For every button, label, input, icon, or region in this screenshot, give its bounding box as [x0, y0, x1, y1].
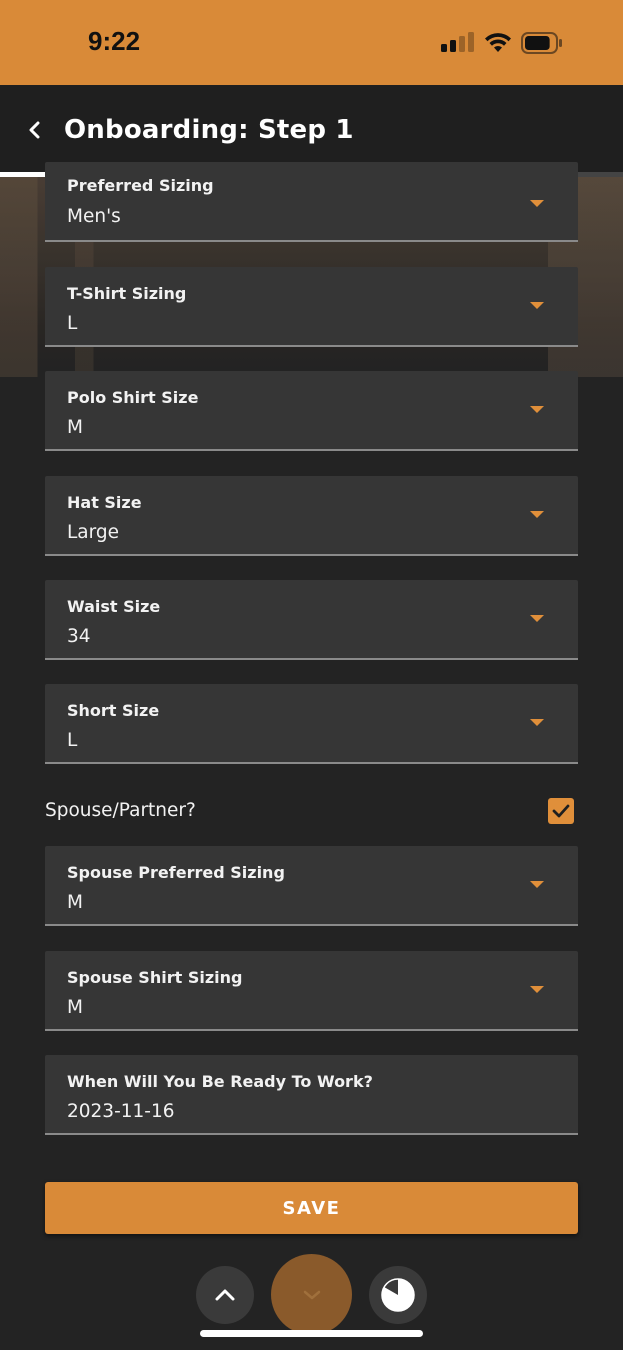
- spouse-preferred-sizing-dropdown[interactable]: Spouse Preferred Sizing M: [45, 846, 578, 926]
- scroll-down-button[interactable]: [271, 1254, 352, 1335]
- field-value: M: [67, 417, 83, 438]
- field-label: T-Shirt Sizing: [67, 284, 187, 303]
- status-time: 9:22: [88, 26, 141, 56]
- cellular-signal-icon: [441, 32, 475, 52]
- chevron-left-icon: [29, 121, 40, 139]
- scroll-up-button[interactable]: [196, 1266, 254, 1324]
- polo-shirt-size-dropdown[interactable]: Polo Shirt Size M: [45, 371, 578, 451]
- field-value: L: [67, 313, 78, 334]
- progress-timer-button[interactable]: [369, 1266, 427, 1324]
- chevron-up-icon: [215, 1289, 235, 1301]
- hat-size-dropdown[interactable]: Hat Size Large: [45, 476, 578, 556]
- dropdown-caret-icon: [530, 406, 544, 413]
- dropdown-caret-icon: [530, 986, 544, 993]
- back-button[interactable]: [20, 115, 50, 145]
- field-label: When Will You Be Ready To Work?: [67, 1072, 373, 1091]
- dropdown-caret-icon: [530, 719, 544, 726]
- field-label: Short Size: [67, 701, 160, 720]
- field-label: Spouse Preferred Sizing: [67, 863, 285, 882]
- ready-to-work-date-field[interactable]: When Will You Be Ready To Work? 2023-11-…: [45, 1055, 578, 1135]
- field-value: M: [67, 892, 83, 913]
- field-value: 34: [67, 626, 91, 647]
- wifi-icon: [485, 33, 511, 52]
- preferred-sizing-dropdown[interactable]: Preferred Sizing Men's: [45, 162, 578, 242]
- field-value: L: [67, 730, 78, 751]
- dropdown-caret-icon: [530, 302, 544, 309]
- spouse-partner-label: Spouse/Partner?: [45, 800, 196, 821]
- dropdown-caret-icon: [530, 200, 544, 207]
- dropdown-caret-icon: [530, 615, 544, 622]
- dropdown-caret-icon: [530, 511, 544, 518]
- field-label: Waist Size: [67, 597, 161, 616]
- home-indicator: [200, 1330, 423, 1337]
- short-size-dropdown[interactable]: Short Size L: [45, 684, 578, 764]
- field-value: 2023-11-16: [67, 1101, 175, 1122]
- tshirt-sizing-dropdown[interactable]: T-Shirt Sizing L: [45, 267, 578, 347]
- status-icons: [441, 30, 571, 54]
- field-value: Large: [67, 522, 120, 543]
- field-label: Hat Size: [67, 493, 142, 512]
- field-value: Men's: [67, 206, 121, 227]
- field-label: Polo Shirt Size: [67, 388, 199, 407]
- status-bar: 9:22: [0, 0, 623, 85]
- field-label: Spouse Shirt Sizing: [67, 968, 243, 987]
- spouse-shirt-sizing-dropdown[interactable]: Spouse Shirt Sizing M: [45, 951, 578, 1031]
- pie-timer-icon: [381, 1278, 415, 1312]
- field-value: M: [67, 997, 83, 1018]
- page-title: Onboarding: Step 1: [64, 115, 354, 145]
- spouse-partner-row: Spouse/Partner?: [45, 796, 578, 828]
- checkmark-icon: [552, 804, 570, 818]
- dropdown-caret-icon: [530, 881, 544, 888]
- field-label: Preferred Sizing: [67, 176, 214, 195]
- battery-icon: [521, 32, 562, 54]
- chevron-down-icon: [303, 1290, 320, 1299]
- waist-size-dropdown[interactable]: Waist Size 34: [45, 580, 578, 660]
- save-button[interactable]: SAVE: [45, 1182, 578, 1234]
- spouse-partner-checkbox[interactable]: [548, 798, 574, 824]
